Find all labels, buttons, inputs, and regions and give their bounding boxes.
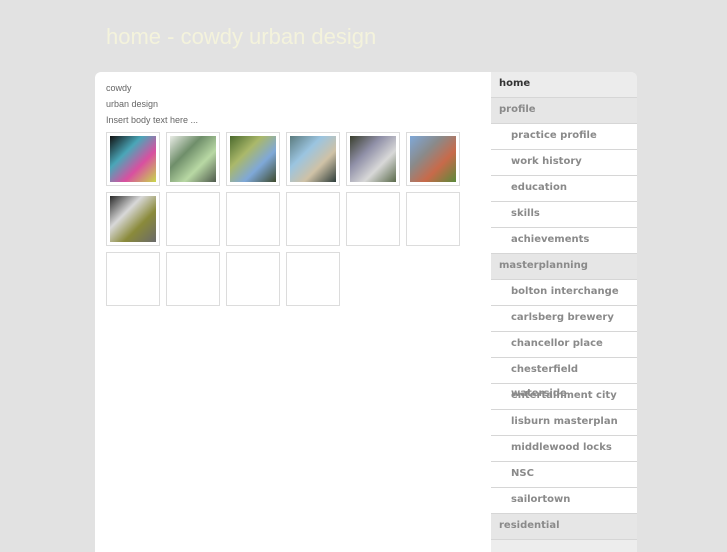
gallery-thumbnail	[166, 252, 220, 306]
sidebar-item-nsc[interactable]: NSC	[491, 462, 637, 488]
gallery-thumbnail[interactable]	[226, 132, 280, 186]
sidebar-item-chancellor-place[interactable]: chancellor place	[491, 332, 637, 358]
thumbnail-image	[410, 136, 456, 182]
sidebar-item-chesterfield-waterside[interactable]: chesterfield waterside	[491, 358, 637, 399]
thumbnail-image	[290, 136, 336, 182]
page-title: home - cowdy urban design	[106, 24, 377, 49]
gallery-thumbnail	[226, 252, 280, 306]
sidebar-item-sailortown[interactable]: sailortown	[491, 488, 637, 514]
sidebar-item-carlsberg-brewery[interactable]: carlsberg brewery	[491, 306, 637, 332]
main-content: cowdy urban design Insert body text here…	[95, 72, 491, 552]
thumbnail-image	[170, 136, 216, 182]
gallery-thumbnail	[166, 192, 220, 246]
sidebar-item-work-history[interactable]: work history	[491, 150, 637, 176]
intro-text: cowdy urban design Insert body text here…	[95, 72, 491, 126]
thumbnail-image	[230, 136, 276, 182]
gallery-thumbnail[interactable]	[106, 132, 160, 186]
sidebar-item-residential[interactable]: residential	[491, 514, 637, 540]
sidebar-item-lisburn-masterplan[interactable]: lisburn masterplan	[491, 410, 637, 436]
sidebar-item-home[interactable]: home	[491, 72, 637, 98]
gallery-thumbnail[interactable]	[166, 132, 220, 186]
gallery-thumbnail	[106, 252, 160, 306]
sidebar-item-masterplanning[interactable]: masterplanning	[491, 254, 637, 280]
gallery-thumbnail	[406, 192, 460, 246]
gallery-thumbnail	[286, 252, 340, 306]
sidebar-item-achievements[interactable]: achievements	[491, 228, 637, 254]
sidebar-item-entertainment-city[interactable]: entertainment city	[491, 384, 637, 410]
sidebar-item-bolton-interchange[interactable]: bolton interchange	[491, 280, 637, 306]
gallery-thumbnail[interactable]	[406, 132, 460, 186]
sidebar-item-practice-profile[interactable]: practice profile	[491, 124, 637, 150]
thumbnail-image	[350, 136, 396, 182]
thumbnail-image	[110, 136, 156, 182]
gallery-thumbnail	[346, 192, 400, 246]
gallery-thumbnail	[226, 192, 280, 246]
thumbnail-image	[110, 196, 156, 242]
sidebar-item-middlewood-locks[interactable]: middlewood locks	[491, 436, 637, 462]
sidebar-item-skills[interactable]: skills	[491, 202, 637, 228]
gallery-thumbnail[interactable]	[286, 132, 340, 186]
sidebar-nav: home profile practice profile work history e…	[491, 72, 637, 552]
gallery-thumbnail[interactable]	[106, 192, 160, 246]
intro-line-body: Insert body text here ...	[106, 115, 199, 125]
sidebar-item-education[interactable]: education	[491, 176, 637, 202]
gallery-thumbnail[interactable]	[346, 132, 400, 186]
intro-line-company: cowdy	[106, 83, 132, 93]
intro-line-tagline: urban design	[106, 99, 159, 109]
gallery-thumbnail	[286, 192, 340, 246]
sidebar-item-profile[interactable]: profile	[491, 98, 637, 124]
